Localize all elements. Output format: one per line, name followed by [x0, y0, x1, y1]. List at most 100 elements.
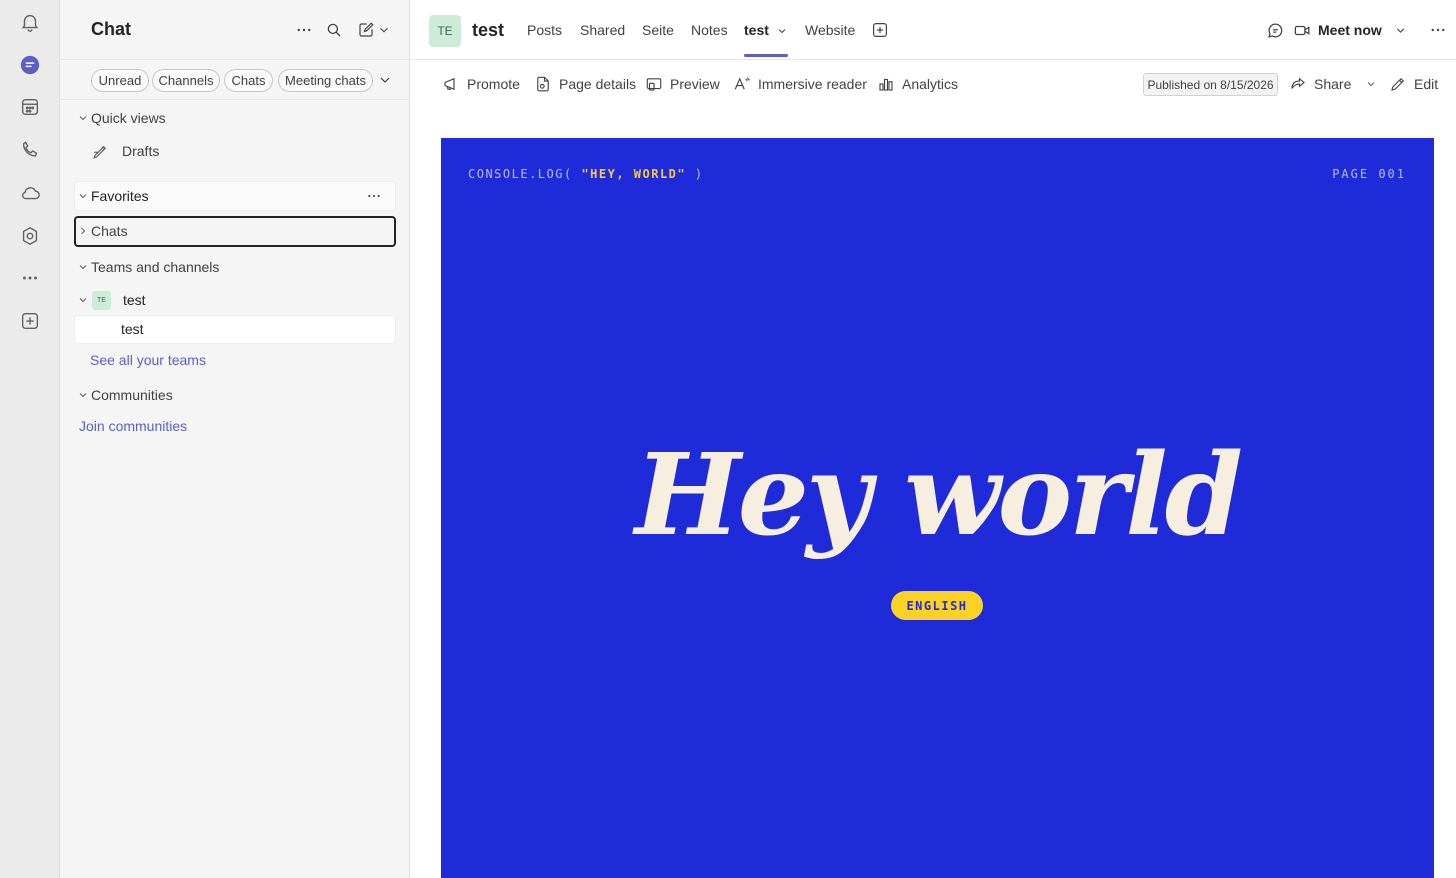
- pane-title: Chat: [91, 19, 131, 39]
- section-label: Chats: [91, 223, 128, 239]
- chat-icon: [20, 55, 40, 75]
- preview-button[interactable]: Preview: [645, 74, 720, 94]
- calendar-icon: [21, 98, 39, 116]
- share-button[interactable]: Share: [1289, 74, 1377, 94]
- channel-name: test: [121, 321, 144, 337]
- chevron-down-icon: [79, 116, 87, 121]
- immersive-reader-icon: [734, 77, 750, 90]
- calendar-button[interactable]: [10, 87, 50, 127]
- hero-banner: CONSOLE.LOG( "HEY, WORLD" ) PAGE 001 Hey…: [441, 138, 1434, 878]
- pen-icon: [93, 145, 107, 159]
- preview-icon: [646, 78, 662, 91]
- chevron-down-icon: [79, 265, 87, 270]
- tab-posts[interactable]: Posts: [527, 22, 562, 38]
- section-chats[interactable]: Chats: [60, 216, 410, 246]
- tab-seite[interactable]: Seite: [642, 22, 674, 38]
- add-icon: [21, 312, 39, 330]
- page-toolbar: Promote Page details Preview Immersive r…: [410, 60, 1456, 108]
- chevron-down-icon[interactable]: [377, 72, 393, 88]
- chevron-down-icon: [79, 298, 87, 303]
- page-number: PAGE 001: [1332, 167, 1406, 181]
- chevron-down-icon[interactable]: [776, 25, 788, 37]
- drafts-item[interactable]: Drafts: [60, 136, 410, 166]
- chevron-down-icon: [79, 393, 87, 398]
- team-name: test: [123, 292, 146, 308]
- team-item[interactable]: TE test: [60, 285, 410, 315]
- channel-header: TE test Posts Shared Seite Notes test We…: [410, 0, 1456, 60]
- chevron-right-icon: [81, 227, 86, 235]
- tab-test[interactable]: test: [744, 22, 769, 38]
- pencil-icon: [1391, 77, 1405, 91]
- chat-bubble-icon[interactable]: [1266, 21, 1285, 40]
- video-icon: [1294, 25, 1310, 35]
- more-options-button[interactable]: [294, 18, 314, 42]
- more-icon[interactable]: [1429, 21, 1447, 39]
- section-quick-views[interactable]: Quick views: [60, 103, 410, 133]
- chat-list-pane: Chat Unread Channels Chats Meeting chats…: [60, 0, 410, 878]
- console-string: "HEY, WORLD": [581, 167, 687, 181]
- more-icon: [297, 28, 311, 32]
- section-favorites[interactable]: Favorites: [60, 181, 410, 211]
- filter-chats[interactable]: Chats: [224, 69, 273, 92]
- copilot-button[interactable]: [10, 216, 50, 256]
- chevron-down-icon: [380, 27, 388, 33]
- phone-icon: [22, 141, 38, 157]
- section-label: Teams and channels: [91, 259, 220, 275]
- activity-button[interactable]: [10, 2, 50, 42]
- edit-label: Edit: [1414, 76, 1439, 92]
- megaphone-icon: [444, 77, 455, 91]
- share-icon: [1291, 77, 1305, 89]
- edit-button[interactable]: Edit: [1389, 74, 1438, 94]
- more-apps-button[interactable]: [10, 258, 50, 298]
- analytics-button[interactable]: Analytics: [877, 74, 958, 94]
- compose-icon: [359, 22, 374, 37]
- bar-chart-icon: [879, 78, 893, 91]
- section-label: Quick views: [91, 110, 166, 126]
- chat-app-button[interactable]: [10, 45, 50, 85]
- console-suffix: ): [686, 167, 704, 181]
- team-avatar: TE: [429, 15, 461, 47]
- promote-button[interactable]: Promote: [442, 74, 520, 94]
- section-label: Favorites: [91, 188, 149, 204]
- filter-channels[interactable]: Channels: [152, 69, 220, 92]
- analytics-label: Analytics: [902, 76, 959, 92]
- section-teams-channels[interactable]: Teams and channels: [60, 252, 410, 282]
- immersive-reader-label: Immersive reader: [758, 76, 867, 92]
- join-communities-link[interactable]: Join communities: [79, 418, 187, 434]
- page-settings-icon: [537, 76, 549, 92]
- filter-unread[interactable]: Unread: [91, 69, 149, 92]
- filter-bar: Unread Channels Chats Meeting chats: [60, 60, 410, 100]
- meet-now-button[interactable]: Meet now: [1293, 18, 1407, 42]
- section-label: Communities: [91, 387, 173, 403]
- chevron-down-icon: [79, 194, 87, 199]
- onedrive-button[interactable]: [10, 173, 50, 213]
- more-icon[interactable]: [366, 188, 382, 204]
- filter-meeting-chats[interactable]: Meeting chats: [278, 69, 373, 92]
- see-all-teams-link[interactable]: See all your teams: [90, 352, 206, 368]
- tab-shared[interactable]: Shared: [580, 22, 625, 38]
- new-chat-button[interactable]: [355, 18, 393, 42]
- hero-headline: Hey world: [634, 430, 1243, 561]
- drafts-label: Drafts: [122, 143, 160, 159]
- add-tab-icon[interactable]: [871, 21, 889, 39]
- immersive-reader-button[interactable]: Immersive reader: [733, 74, 867, 94]
- search-icon: [327, 23, 341, 37]
- active-tab-indicator: [744, 54, 788, 57]
- share-label: Share: [1314, 76, 1352, 92]
- chat-pane-header: Chat: [60, 0, 410, 60]
- preview-label: Preview: [670, 76, 720, 92]
- tab-notes[interactable]: Notes: [691, 22, 728, 38]
- team-avatar: TE: [92, 290, 111, 310]
- page-details-label: Page details: [559, 76, 637, 92]
- add-apps-button[interactable]: [10, 301, 50, 341]
- cloud-icon: [21, 187, 40, 200]
- console-prefix: CONSOLE.LOG(: [468, 167, 582, 181]
- page-details-button[interactable]: Page details: [534, 74, 636, 94]
- tab-website[interactable]: Website: [805, 22, 855, 38]
- app-rail: [0, 0, 60, 878]
- channel-item[interactable]: test: [60, 314, 410, 344]
- calls-button[interactable]: [10, 130, 50, 170]
- section-communities[interactable]: Communities: [60, 380, 410, 410]
- search-button[interactable]: [324, 18, 344, 42]
- promote-label: Promote: [467, 76, 520, 92]
